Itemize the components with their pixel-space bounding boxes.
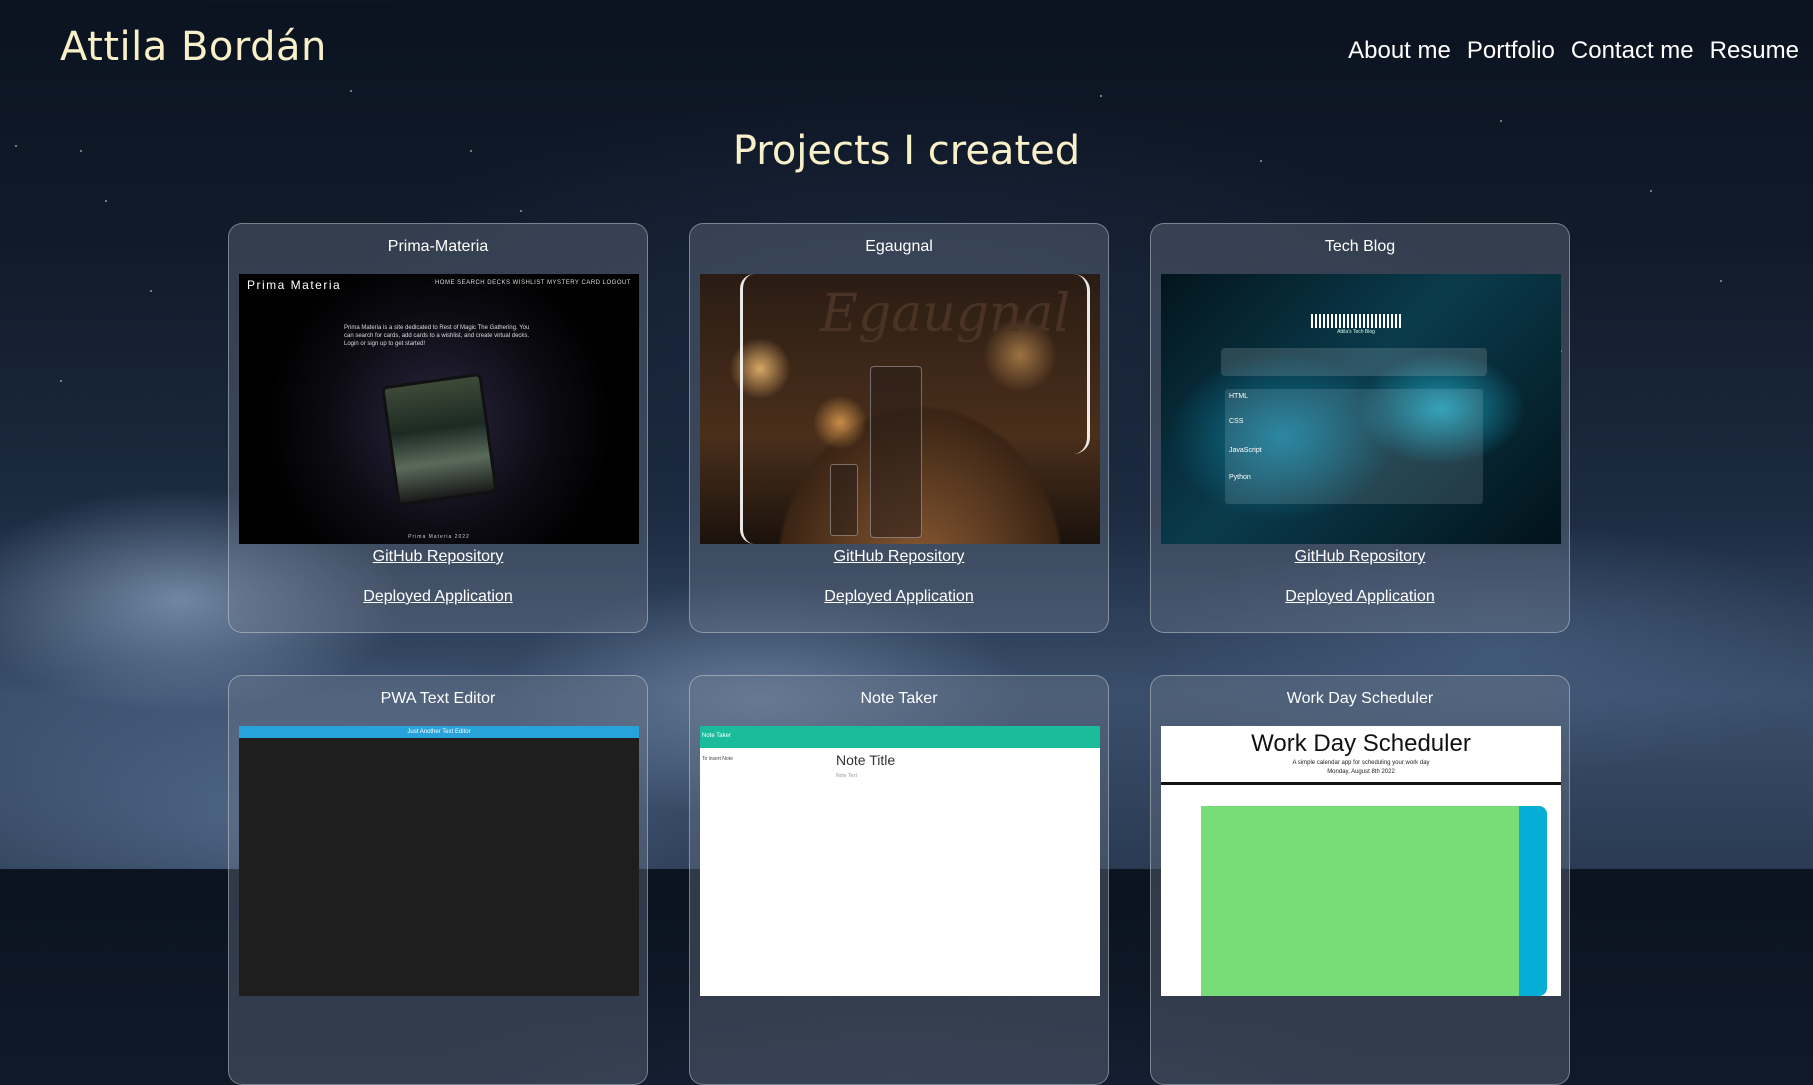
thumb-menu: HOME SEARCH DECKS WISHLIST MYSTERY CARD …	[434, 280, 631, 286]
thumb-time-block	[1201, 806, 1521, 996]
thumb-post: CSS	[1229, 418, 1244, 425]
project-card-prima-materia: Prima-Materia Prima Materia HOME SEARCH …	[228, 223, 648, 633]
deployed-application-link[interactable]: Deployed Application	[229, 588, 647, 606]
thumb-heading: Work Day Scheduler	[1251, 730, 1471, 757]
github-repository-link[interactable]: GitHub Repository	[690, 548, 1108, 566]
thumb-header-bar: Just Another Text Editor	[239, 726, 639, 738]
thumb-app-name: Note Taker	[702, 733, 731, 739]
project-card-work-day-scheduler: Work Day Scheduler Work Day Scheduler A …	[1150, 675, 1570, 1085]
thumb-header: Just Another Text Editor	[407, 729, 471, 735]
thumb-tagline: A simple calendar app for scheduling you…	[1292, 760, 1430, 766]
nav-about-me[interactable]: About me	[1348, 37, 1451, 65]
project-card-tech-blog: Tech Blog Attila's Tech Blog HTML CSS Ja…	[1150, 223, 1570, 633]
project-screenshot: Note Taker To insert Note Note Title Not…	[700, 726, 1100, 996]
thumb-decor-line	[740, 274, 769, 544]
thumb-header-bar: Note Taker	[700, 726, 1100, 748]
thumb-nav-bar	[1221, 348, 1487, 376]
project-screenshot: Egaugnal	[700, 274, 1100, 544]
thumb-post: Python	[1229, 474, 1251, 481]
brand-name[interactable]: Attila Bordán	[60, 24, 327, 70]
project-title: Egaugnal	[865, 238, 933, 255]
section-title: Projects I created	[732, 128, 1081, 174]
nav-portfolio[interactable]: Portfolio	[1467, 37, 1555, 65]
project-title: Note Taker	[860, 690, 938, 707]
thumb-barcode-logo	[1311, 314, 1401, 328]
project-card-note-taker: Note Taker Note Taker To insert Note Not…	[689, 675, 1109, 1085]
github-repository-link[interactable]: GitHub Repository	[1151, 548, 1569, 566]
site-header: Attila Bordán About me Portfolio Contact…	[0, 0, 1813, 100]
nav-resume[interactable]: Resume	[1710, 37, 1799, 65]
thumb-save-column	[1519, 806, 1547, 996]
main-nav: About me Portfolio Contact me Resume	[1348, 37, 1799, 65]
project-screenshot: Just Another Text Editor	[239, 726, 639, 996]
thumb-side-panel	[830, 464, 858, 536]
nav-contact-me[interactable]: Contact me	[1571, 37, 1694, 65]
thumb-intro: Prima Materia is a site dedicated to Res…	[344, 325, 530, 347]
thumb-date: Monday, August 8th 2022	[1327, 769, 1395, 775]
github-repository-link[interactable]: GitHub Repository	[229, 548, 647, 566]
deployed-application-link[interactable]: Deployed Application	[690, 588, 1108, 606]
thumb-note-text: Note Text	[836, 773, 858, 779]
thumb-note-title: Note Title	[836, 752, 896, 768]
thumb-subtitle: Attila's Tech Blog	[1337, 329, 1375, 335]
thumb-post: HTML	[1229, 393, 1249, 400]
thumb-post-list: HTML CSS JavaScript Python	[1225, 389, 1483, 504]
project-title: Prima-Materia	[387, 238, 489, 255]
thumb-divider	[1161, 782, 1561, 785]
project-screenshot: Attila's Tech Blog HTML CSS JavaScript P…	[1161, 274, 1561, 544]
project-title: Work Day Scheduler	[1286, 690, 1434, 707]
project-screenshot: Prima Materia HOME SEARCH DECKS WISHLIST…	[239, 274, 639, 544]
thumb-card-image	[381, 372, 498, 507]
project-card-pwa-text-editor: PWA Text Editor Just Another Text Editor	[228, 675, 648, 1085]
project-screenshot: Work Day Scheduler A simple calendar app…	[1161, 726, 1561, 996]
project-title: PWA Text Editor	[380, 690, 496, 707]
thumb-panel	[870, 366, 922, 538]
thumb-site-name: Prima Materia	[247, 278, 342, 292]
thumb-logo: Egaugnal	[820, 284, 1071, 344]
thumb-post: JavaScript	[1229, 447, 1262, 454]
project-card-egaugnal: Egaugnal Egaugnal GitHub Repository Depl…	[689, 223, 1109, 633]
project-title: Tech Blog	[1324, 238, 1396, 255]
thumb-footer: Prima Materia 2022	[408, 534, 470, 540]
deployed-application-link[interactable]: Deployed Application	[1151, 588, 1569, 606]
thumb-sidebar-text: To insert Note	[702, 756, 733, 762]
